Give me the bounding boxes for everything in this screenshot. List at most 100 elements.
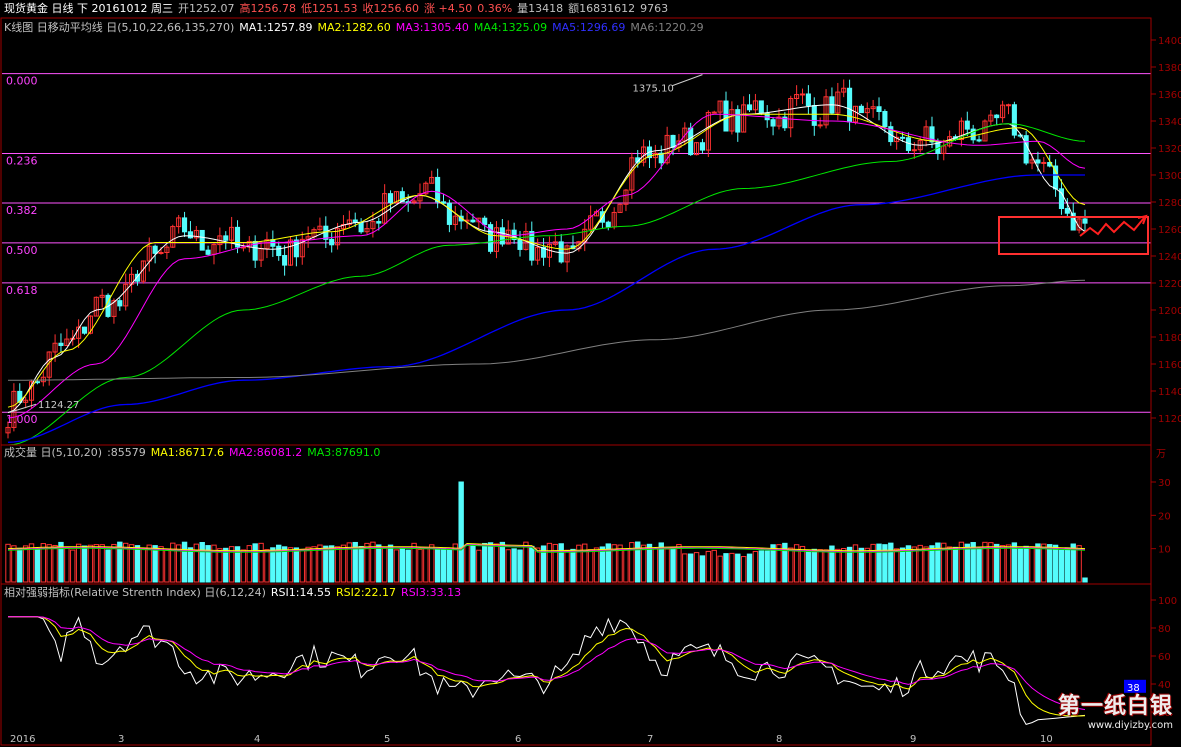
volume-bar	[717, 555, 723, 583]
volume-bar	[22, 545, 29, 583]
candle-body	[482, 217, 488, 226]
volume-bar	[52, 544, 58, 583]
volume-bar	[1017, 548, 1023, 583]
volume-bar	[381, 546, 388, 583]
volume-panel[interactable]	[5, 481, 1088, 583]
candle-body	[1035, 159, 1041, 164]
candle-body	[558, 241, 564, 263]
rsi-panel[interactable]: 38	[8, 616, 1146, 725]
candle-body	[699, 142, 706, 151]
candle-body	[117, 300, 123, 307]
volume-bar	[223, 547, 229, 583]
volume-bar	[470, 543, 476, 583]
volume-bar	[911, 546, 918, 583]
candle-body	[1005, 104, 1012, 107]
candle-body	[746, 104, 753, 111]
volume-bar	[693, 552, 700, 583]
volume-bar	[729, 552, 735, 583]
x-tick-label: 10	[1040, 734, 1053, 745]
candle-body	[735, 109, 741, 133]
candle-body	[223, 235, 229, 241]
watermark-title: 第一纸白银	[1057, 693, 1173, 719]
volume-bar	[358, 545, 364, 583]
volume-bar	[1064, 547, 1071, 583]
fib-label: 0.000	[6, 75, 38, 88]
vol-ma2-legend: MA2:86081.2	[229, 446, 303, 459]
kline-chart-canvas[interactable]: 0.000 0.236 0.382 0.500 0.618 1.000 1375.10 112…	[0, 0, 1181, 747]
rsi2-legend: RSI2:22.17	[335, 586, 397, 599]
vol-tick-label: 30	[1158, 478, 1171, 489]
volume-bar	[699, 555, 706, 583]
volume-bar	[1005, 544, 1012, 583]
candle-body	[34, 381, 40, 384]
volume-bar	[393, 549, 400, 583]
candle-body	[976, 139, 982, 142]
volume-bar	[534, 547, 541, 583]
volume-bar	[323, 545, 329, 583]
open-price: 开1252.07	[177, 2, 235, 15]
volume-bar	[705, 550, 712, 583]
change-value: 涨 +4.50	[423, 2, 473, 15]
candle-body	[470, 219, 476, 223]
ma6-legend: MA6:1220.29	[630, 21, 704, 34]
vol-ma1-legend: MA1:86717.6	[150, 446, 224, 459]
low-annotation: 1124.27	[38, 400, 79, 411]
volume-bar	[529, 545, 535, 583]
price-tick-label: 1400	[1158, 36, 1181, 47]
volume-bar	[217, 548, 223, 583]
rsi2-line	[8, 616, 1086, 717]
volume-bar	[640, 544, 647, 583]
candle-body	[187, 231, 193, 239]
price-panel[interactable]: 0.000 0.236 0.382 0.500 0.618 1.000 1375.10 112…	[2, 73, 1151, 446]
volume-bar	[811, 548, 817, 583]
volume-bar	[434, 547, 441, 583]
low-price: 低1251.53	[300, 2, 358, 15]
x-tick-label: 2016	[10, 734, 35, 745]
fib-label: 0.618	[6, 284, 38, 297]
candle-body	[81, 326, 88, 334]
volume-bar	[1029, 546, 1035, 583]
volume-value: 量13418	[517, 2, 564, 15]
price-tick-label: 1220	[1158, 279, 1181, 290]
volume-bar	[858, 547, 865, 583]
ma-legend-name: K线图 日移动平均线 日(5,10,22,66,135,270)	[4, 21, 235, 34]
price-tick-label: 1380	[1158, 63, 1181, 74]
ma2-legend: MA2:1282.60	[317, 21, 391, 34]
volume-bar	[287, 547, 294, 583]
price-tick-label: 1120	[1158, 414, 1181, 425]
volume-bar	[134, 545, 141, 583]
volume-bar	[564, 549, 570, 583]
volume-bar	[493, 543, 500, 583]
candle-body	[900, 136, 906, 139]
candle-body	[199, 229, 205, 251]
volume-bar	[140, 548, 147, 583]
volume-bar	[440, 547, 447, 583]
volume-bar	[946, 546, 953, 583]
candle-body	[376, 221, 382, 224]
volume-bar	[240, 549, 247, 583]
volume-bar	[111, 543, 117, 583]
candle-body	[358, 221, 364, 233]
volume-bar	[252, 543, 258, 583]
volume-bar	[976, 547, 982, 583]
volume-bar	[505, 549, 511, 583]
volume-bar	[652, 548, 659, 583]
rsi-tick-label: 100	[1158, 596, 1177, 607]
rsi-legend-name: 相对强弱指标(Relative Strenth Index) 日(6,12,24…	[4, 586, 266, 599]
candle-body	[158, 251, 164, 254]
volume-bar	[258, 542, 264, 583]
volume-bar	[923, 546, 929, 583]
candle-body	[817, 124, 823, 127]
volume-bar	[570, 548, 576, 583]
rsi-tick-label: 60	[1158, 652, 1171, 663]
volume-bar	[187, 547, 194, 583]
candle-body	[799, 93, 806, 96]
candle-body	[805, 93, 811, 107]
volume-bar	[1046, 544, 1053, 583]
volume-bar	[99, 544, 105, 583]
ma-legend: K线图 日移动平均线 日(5,10,22,66,135,270) MA1:1257…	[4, 21, 709, 35]
volume-legend: 成交量 日(5,10,20):85579 MA1:86717.6 MA2:86081…	[4, 446, 385, 460]
x-tick-label: 4	[254, 734, 260, 745]
price-tick-label: 1320	[1158, 144, 1181, 155]
x-tick-label: 6	[515, 734, 521, 745]
